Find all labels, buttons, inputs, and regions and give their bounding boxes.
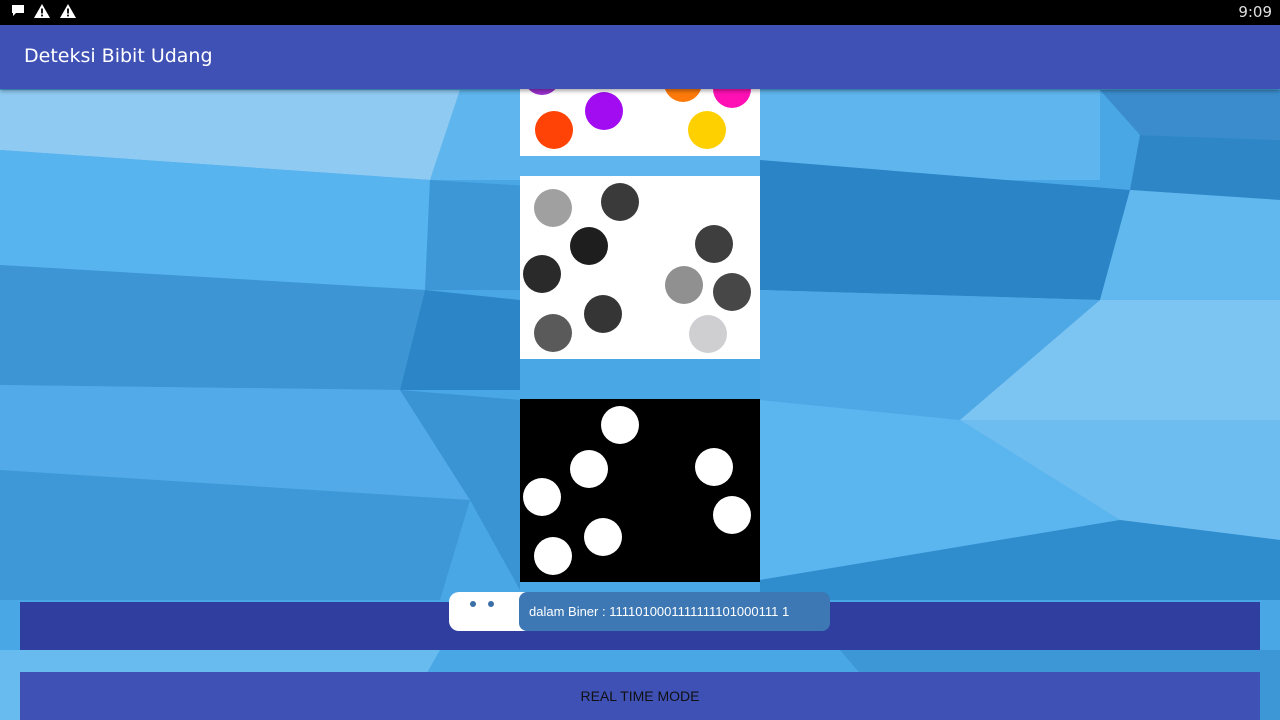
indicator-dot [470, 601, 476, 607]
indicator-dot [488, 601, 494, 607]
status-bar: 9:09 [0, 0, 1280, 25]
result-toast: dalam Biner : 1111010001111111101000111 … [519, 592, 830, 631]
grayscale-dots-image [520, 176, 760, 359]
warning-icon [33, 3, 51, 23]
notification-message-icon [11, 3, 25, 22]
app-bar: Deteksi Bibit Udang [0, 25, 1280, 89]
warning-icon [59, 3, 77, 23]
status-clock: 9:09 [1238, 3, 1272, 21]
toast-container: dalam Biner : 1111010001111111101000111 … [449, 592, 830, 631]
binary-dots-image [520, 399, 760, 582]
colored-dots-image [520, 89, 760, 156]
app-title: Deteksi Bibit Udang [24, 45, 213, 67]
real-time-mode-button[interactable]: REAL TIME MODE [20, 672, 1260, 720]
